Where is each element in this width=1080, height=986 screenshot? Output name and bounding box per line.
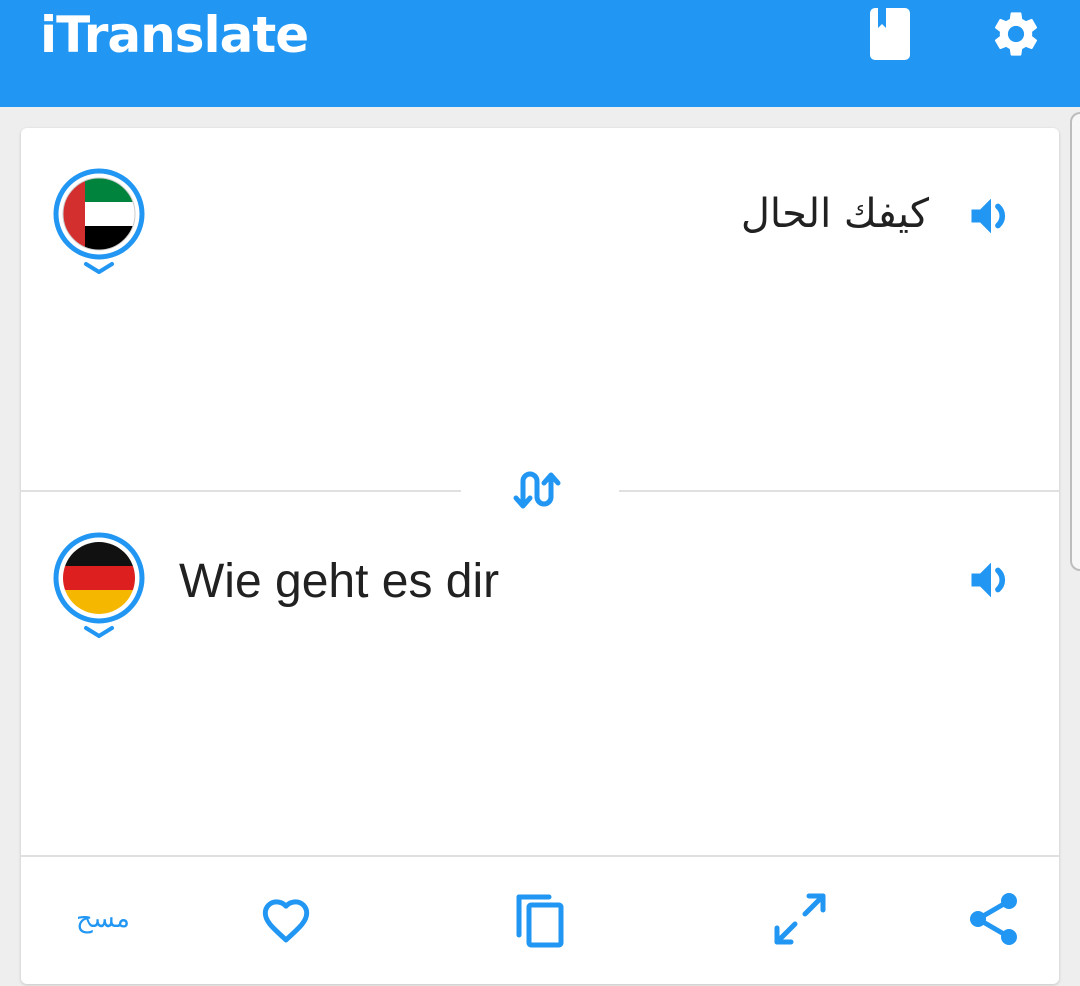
fullscreen-icon[interactable]: [769, 888, 831, 950]
clear-label: مسح: [76, 904, 130, 934]
translation-card: كيفك الحال Wie geht es dir مسح: [21, 128, 1059, 984]
scroll-edge: [1070, 112, 1080, 571]
divider: [619, 490, 1059, 492]
divider: [21, 490, 461, 492]
app-bar: iTranslate: [0, 0, 1080, 107]
germany-flag-icon: [53, 532, 145, 638]
share-icon[interactable]: [963, 888, 1025, 950]
settings-gear-icon[interactable]: [988, 6, 1044, 62]
swap-languages-icon[interactable]: [511, 468, 567, 514]
source-language-selector[interactable]: [53, 168, 145, 278]
heart-icon[interactable]: [255, 888, 317, 950]
app-title: iTranslate: [40, 6, 309, 64]
target-language-selector[interactable]: [53, 532, 145, 642]
source-text[interactable]: كيفك الحال: [741, 184, 929, 244]
target-speaker-icon[interactable]: [965, 554, 1017, 606]
copy-icon[interactable]: [511, 888, 571, 950]
uae-flag-icon: [53, 168, 145, 274]
clear-button[interactable]: مسح: [43, 888, 163, 950]
source-speaker-icon[interactable]: [965, 190, 1017, 242]
translated-text[interactable]: Wie geht es dir: [179, 552, 499, 612]
phrasebook-icon[interactable]: [862, 6, 918, 62]
divider: [21, 855, 1059, 857]
